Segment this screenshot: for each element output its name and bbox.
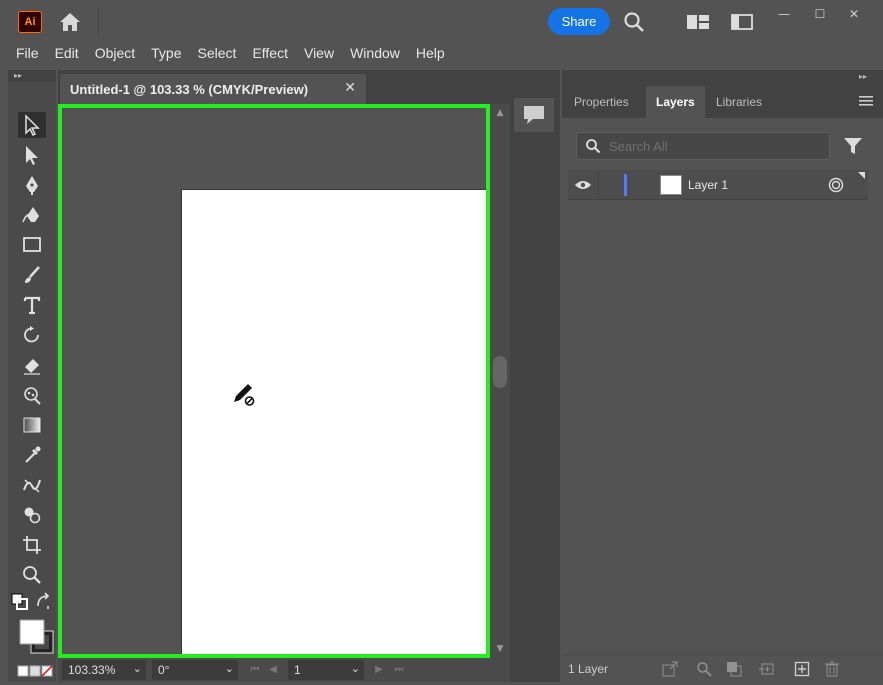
- close-window-button[interactable]: ✕: [840, 4, 868, 24]
- rotate-tool-icon[interactable]: [18, 322, 46, 348]
- new-layer-icon[interactable]: [794, 661, 810, 677]
- menu-type[interactable]: Type: [143, 42, 189, 66]
- column-divider: [598, 170, 599, 200]
- comment-icon: [524, 106, 544, 124]
- chevron-down-icon: ⌄: [224, 662, 234, 675]
- maximize-button[interactable]: ☐: [806, 4, 834, 24]
- new-sublayer-icon[interactable]: [758, 661, 774, 677]
- menu-window[interactable]: Window: [342, 42, 408, 66]
- rotation-value: 0°: [158, 663, 170, 677]
- blend-tool-icon[interactable]: [18, 472, 46, 498]
- scroll-down-icon[interactable]: ▼: [494, 644, 506, 654]
- tab-properties[interactable]: Properties: [564, 86, 639, 118]
- paintbrush-tool-icon[interactable]: [18, 262, 46, 288]
- layer-thumbnail: [660, 175, 682, 195]
- eyedropper-tool-icon[interactable]: [18, 442, 46, 468]
- pen-tool-icon[interactable]: [18, 172, 46, 198]
- workspace-switcher-icon[interactable]: [730, 13, 754, 31]
- swap-fill-stroke-icon[interactable]: [34, 592, 54, 612]
- scroll-thumb[interactable]: [493, 356, 507, 388]
- document-tab-strip: Untitled-1 @ 103.33 % (CMYK/Preview) ✕: [58, 70, 510, 104]
- tab-libraries[interactable]: Libraries: [706, 86, 772, 118]
- layers-footer: 1 Layer: [562, 654, 883, 682]
- next-artboard-icon[interactable]: ▶: [372, 661, 386, 679]
- collapsed-panel-strip: [510, 70, 560, 682]
- first-artboard-icon[interactable]: ⏮: [248, 661, 262, 679]
- selection-corner-indicator: [858, 172, 865, 179]
- panel-collapse-handle[interactable]: ▸▸: [562, 70, 883, 86]
- layer-count: 1 Layer: [568, 662, 609, 676]
- type-tool-icon[interactable]: [18, 292, 46, 318]
- color-mode-icons[interactable]: [16, 664, 56, 678]
- title-separator: [98, 8, 99, 36]
- menu-object[interactable]: Object: [87, 42, 143, 66]
- toolbar-collapse-handle[interactable]: ▸▸: [8, 70, 56, 82]
- layers-panel: ▸▸ Properties Layers Libraries Layer 1 1…: [562, 70, 883, 682]
- status-bar: 103.33% ⌄ 0° ⌄ ⏮ ◀ 1 ⌄ ▶ ⏭: [58, 658, 510, 682]
- scroll-up-icon[interactable]: ▲: [494, 108, 506, 118]
- tab-layers[interactable]: Layers: [646, 86, 705, 118]
- zoom-value: 103.33%: [68, 663, 116, 677]
- chevron-down-icon: ⌄: [350, 662, 360, 675]
- curvature-tool-icon[interactable]: [18, 202, 46, 228]
- selection-tool-icon[interactable]: [18, 112, 46, 138]
- artboard-number-value: 1: [294, 663, 301, 677]
- last-artboard-icon[interactable]: ⏭: [392, 661, 406, 679]
- share-button[interactable]: Share: [548, 8, 610, 35]
- close-tab-icon[interactable]: ✕: [344, 80, 356, 96]
- rotation-select[interactable]: 0° ⌄: [152, 660, 238, 680]
- menu-edit[interactable]: Edit: [47, 42, 87, 66]
- artboard[interactable]: [181, 189, 486, 654]
- eraser-tool-icon[interactable]: [18, 352, 46, 378]
- artboard-number-select[interactable]: 1 ⌄: [288, 660, 364, 680]
- vertical-scrollbar[interactable]: ▲ ▼: [490, 104, 510, 658]
- search-icon[interactable]: [622, 10, 646, 34]
- layer-target-icon[interactable]: [828, 177, 844, 193]
- visibility-eye-icon[interactable]: [574, 179, 592, 191]
- rectangle-tool-icon[interactable]: [18, 232, 46, 258]
- direct-selection-tool-icon[interactable]: [18, 142, 46, 168]
- arrange-documents-icon[interactable]: [686, 13, 710, 31]
- shape-builder-tool-icon[interactable]: [18, 502, 46, 528]
- menu-select[interactable]: Select: [190, 42, 245, 66]
- comments-panel-button[interactable]: [514, 98, 554, 132]
- delete-layer-icon[interactable]: [824, 661, 840, 677]
- menu-help[interactable]: Help: [408, 42, 453, 66]
- clipping-mask-icon[interactable]: [726, 661, 742, 677]
- canvas-area[interactable]: [58, 104, 490, 658]
- document-tab[interactable]: Untitled-1 @ 103.33 % (CMYK/Preview) ✕: [60, 74, 366, 104]
- artboard-tool-icon[interactable]: [18, 532, 46, 558]
- export-icon[interactable]: [662, 661, 678, 677]
- zoom-select[interactable]: 103.33% ⌄: [62, 660, 146, 680]
- panel-menu-icon[interactable]: [859, 95, 873, 107]
- panel-tabs: Properties Layers Libraries: [562, 86, 883, 118]
- previous-artboard-icon[interactable]: ◀: [266, 661, 280, 679]
- default-fill-stroke-icon[interactable]: [10, 592, 30, 612]
- tools-panel: ▸▸: [8, 70, 56, 682]
- document-title: Untitled-1 @ 103.33 % (CMYK/Preview): [70, 81, 309, 97]
- illustrator-logo: Ai: [18, 11, 42, 33]
- zoom-tool-icon[interactable]: [18, 562, 46, 588]
- filter-icon[interactable]: [843, 136, 863, 156]
- pencil-cursor-icon: [234, 384, 255, 406]
- illustrator-window: Ai Share — ☐ ✕ File Edit Object Type Sel…: [0, 0, 883, 685]
- layer-search-box: [576, 132, 830, 160]
- home-icon[interactable]: [58, 11, 82, 33]
- title-bar: Ai Share — ☐ ✕: [0, 0, 883, 42]
- chevron-down-icon: ⌄: [132, 662, 142, 675]
- fill-stroke-swatches[interactable]: [18, 618, 58, 658]
- layer-color-bar: [624, 174, 627, 196]
- locate-object-icon[interactable]: [696, 661, 712, 677]
- puppet-warp-tool-icon[interactable]: [18, 382, 46, 408]
- layer-search-input[interactable]: [609, 137, 819, 155]
- layer-name[interactable]: Layer 1: [688, 178, 728, 192]
- layer-row[interactable]: Layer 1: [568, 170, 868, 200]
- menu-file[interactable]: File: [8, 42, 47, 66]
- minimize-button[interactable]: —: [770, 4, 798, 24]
- menu-effect[interactable]: Effect: [244, 42, 296, 66]
- menu-bar: File Edit Object Type Select Effect View…: [0, 42, 883, 66]
- search-icon: [586, 139, 601, 154]
- gradient-tool-icon[interactable]: [18, 412, 46, 438]
- menu-view[interactable]: View: [296, 42, 342, 66]
